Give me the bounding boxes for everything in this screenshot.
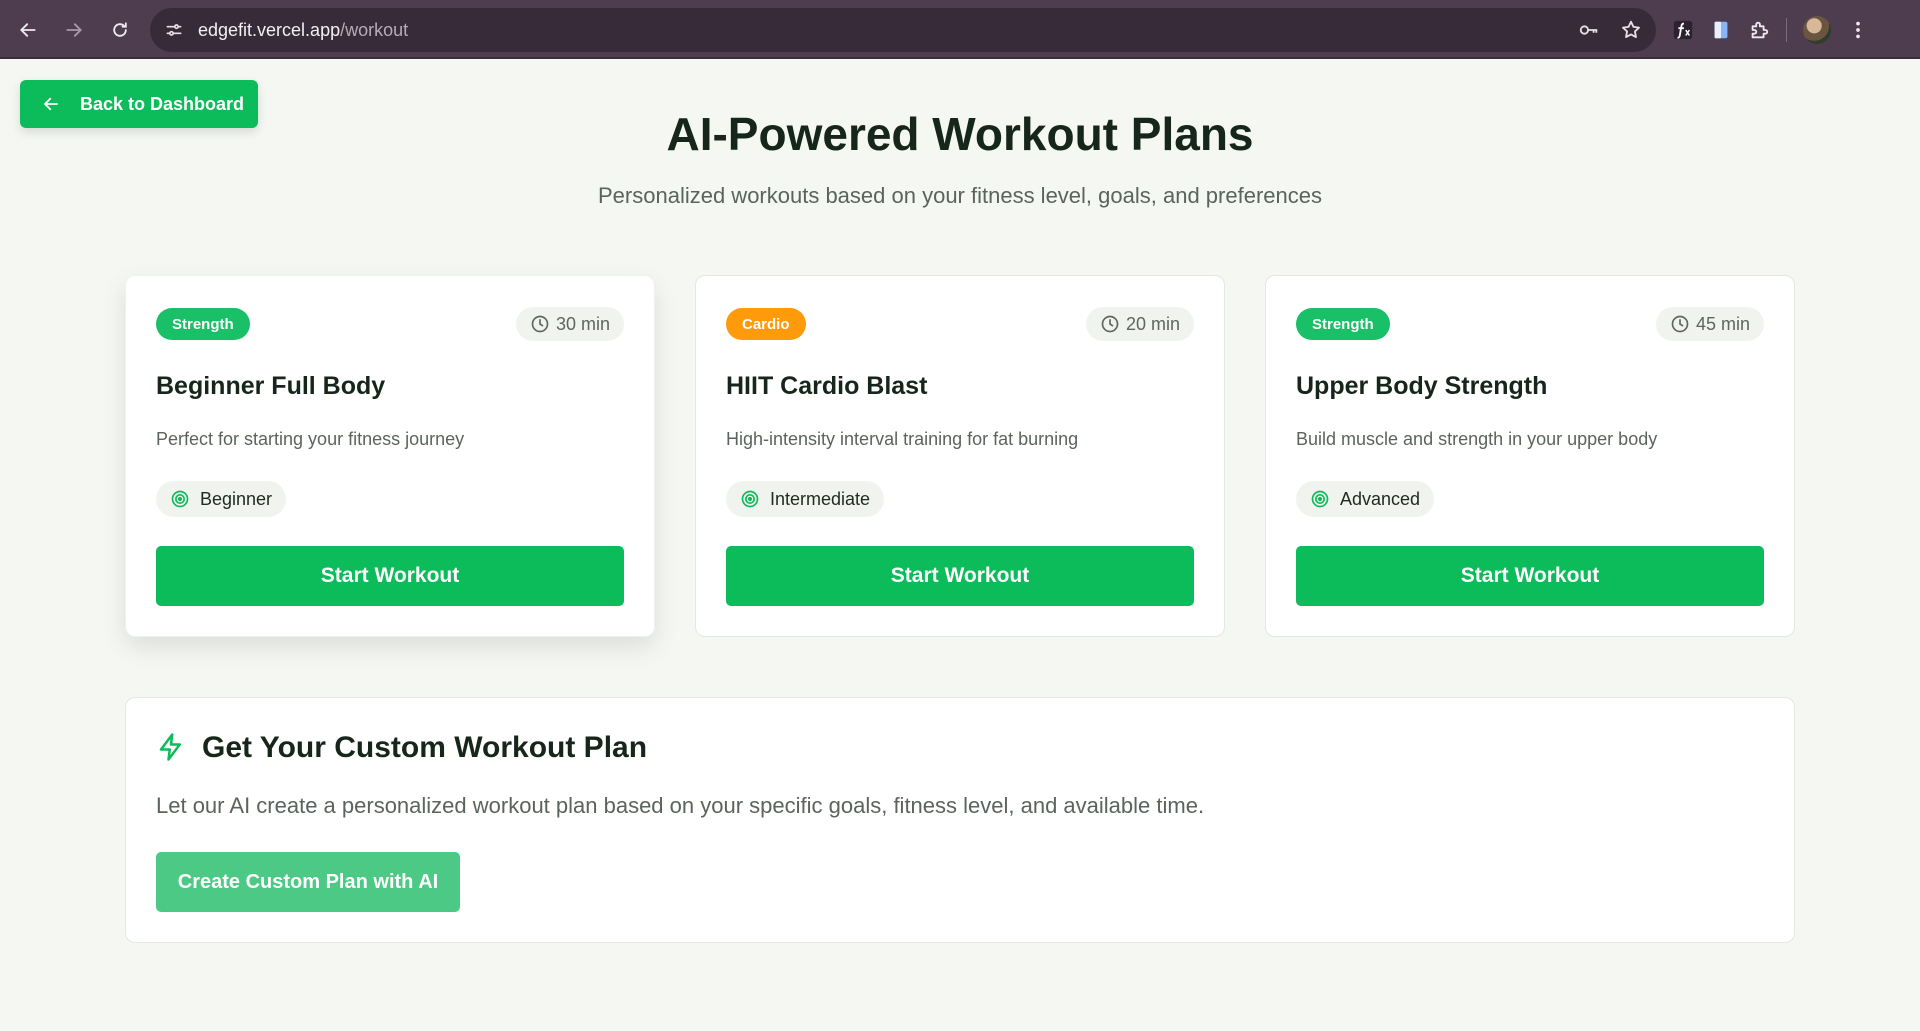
site-settings-icon[interactable] bbox=[164, 20, 184, 40]
custom-plan-description: Let our AI create a personalized workout… bbox=[156, 793, 1205, 818]
page-subtitle: Personalized workouts based on your fitn… bbox=[598, 183, 1322, 208]
category-badge: Strength bbox=[1296, 308, 1390, 340]
workout-card: Strength 45 min Upper Body Strength Buil… bbox=[1265, 275, 1795, 637]
start-workout-button[interactable]: Start Workout bbox=[726, 546, 1194, 606]
forward-nav-button[interactable] bbox=[54, 10, 94, 50]
workout-title: Upper Body Strength bbox=[1296, 372, 1548, 400]
target-icon bbox=[1311, 490, 1329, 508]
level-pill: Beginner bbox=[156, 481, 287, 517]
extensions-puzzle-icon[interactable] bbox=[1748, 19, 1770, 41]
bookmark-star-icon[interactable] bbox=[1620, 19, 1642, 41]
duration-label: 30 min bbox=[555, 313, 610, 334]
workout-card: Strength 30 min Beginner Full Body Perfe… bbox=[125, 275, 655, 637]
workout-title: Beginner Full Body bbox=[156, 372, 386, 400]
duration-pill: 30 min bbox=[515, 307, 624, 341]
reload-button[interactable] bbox=[100, 10, 140, 50]
custom-plan-title: Get Your Custom Workout Plan bbox=[202, 731, 648, 764]
kebab-menu-icon[interactable] bbox=[1847, 19, 1869, 41]
start-workout-button[interactable]: Start Workout bbox=[156, 546, 624, 606]
level-pill: Intermediate bbox=[726, 481, 885, 517]
level-label: Beginner bbox=[200, 488, 273, 509]
clock-icon bbox=[1101, 315, 1119, 333]
duration-label: 45 min bbox=[1695, 313, 1750, 334]
workout-description: Perfect for starting your fitness journe… bbox=[156, 429, 465, 449]
category-badge: Cardio bbox=[726, 308, 806, 340]
category-badge: Strength bbox=[156, 308, 250, 340]
clock-icon bbox=[531, 315, 549, 333]
start-workout-button[interactable]: Start Workout bbox=[1296, 546, 1764, 606]
workout-description: High-intensity interval training for fat… bbox=[726, 429, 1079, 449]
profile-avatar[interactable] bbox=[1803, 16, 1831, 44]
lightning-bolt-icon bbox=[159, 733, 181, 761]
duration-pill: 20 min bbox=[1085, 307, 1194, 341]
custom-plan-panel: Get Your Custom Workout Plan Let our AI … bbox=[125, 697, 1795, 943]
extensions-area bbox=[1672, 10, 1869, 50]
url-path: /workout bbox=[340, 19, 409, 40]
address-bar[interactable]: edgefit.vercel.app/workout bbox=[150, 8, 1656, 52]
workout-description: Build muscle and strength in your upper … bbox=[1296, 429, 1658, 449]
duration-label: 20 min bbox=[1125, 313, 1180, 334]
level-pill: Advanced bbox=[1296, 481, 1435, 517]
clock-icon bbox=[1671, 315, 1689, 333]
workout-card: Cardio 20 min HIIT Cardio Blast High-int… bbox=[695, 275, 1225, 637]
duration-pill: 45 min bbox=[1655, 307, 1764, 341]
formula-extension-icon[interactable] bbox=[1672, 19, 1694, 41]
level-label: Intermediate bbox=[770, 488, 871, 509]
create-custom-plan-button[interactable]: Create Custom Plan with AI bbox=[156, 852, 460, 912]
level-label: Advanced bbox=[1340, 488, 1421, 509]
page-title: AI-Powered Workout Plans bbox=[666, 108, 1254, 160]
target-icon bbox=[171, 490, 189, 508]
arrow-right-icon bbox=[66, 22, 82, 37]
password-key-icon[interactable] bbox=[1578, 19, 1600, 41]
target-icon bbox=[741, 490, 759, 508]
toolbar-divider bbox=[1786, 18, 1787, 42]
docs-extension-icon[interactable] bbox=[1710, 19, 1732, 41]
browser-toolbar: edgefit.vercel.app/workout bbox=[0, 0, 1920, 59]
back-nav-button[interactable] bbox=[8, 10, 48, 50]
workout-cards: Strength 30 min Beginner Full Body Perfe… bbox=[125, 275, 1795, 637]
reload-icon bbox=[113, 21, 127, 37]
workout-page: Back to Dashboard AI-Powered Workout Pla… bbox=[0, 59, 1920, 1031]
url-host: edgefit.vercel.app bbox=[198, 19, 341, 40]
workout-title: HIIT Cardio Blast bbox=[726, 372, 928, 400]
arrow-left-icon bbox=[20, 22, 36, 37]
